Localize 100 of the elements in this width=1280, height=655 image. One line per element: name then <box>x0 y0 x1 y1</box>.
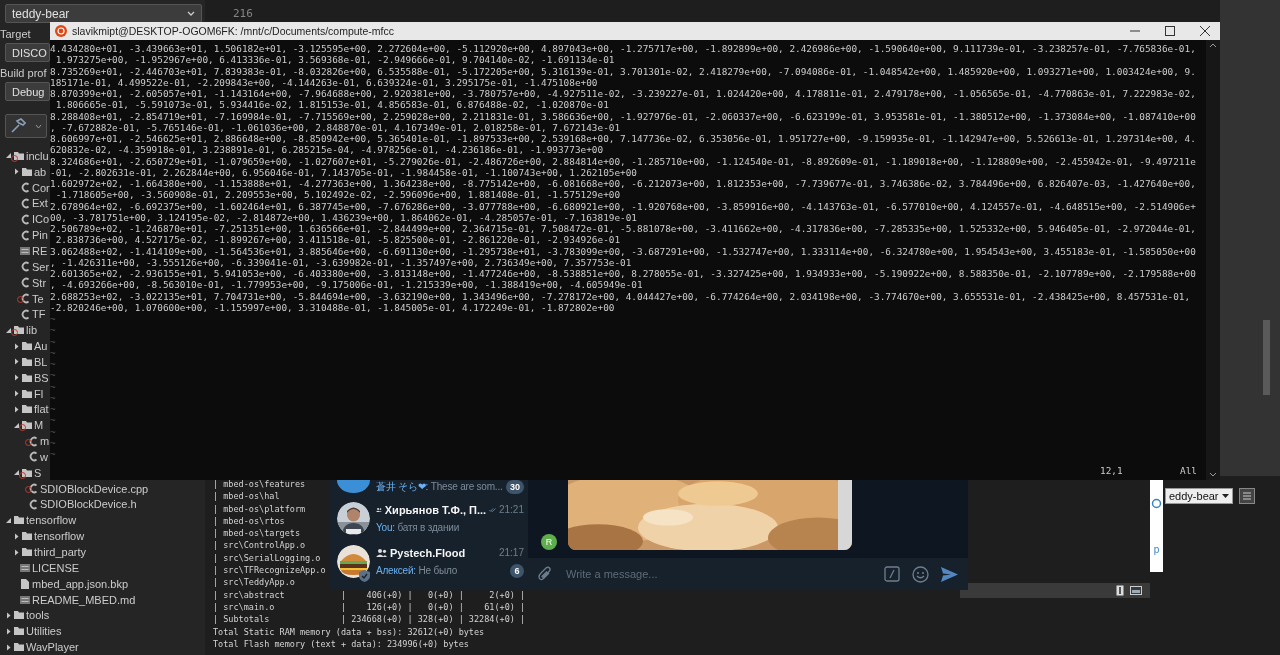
file-item[interactable]: SDIOBlockDevice.h <box>40 498 137 511</box>
caret-right-icon[interactable] <box>5 643 12 651</box>
output-line: | mbed-os\hal <box>213 490 280 503</box>
caret-right-icon[interactable] <box>13 342 20 350</box>
folder-item[interactable]: ab <box>34 165 47 178</box>
emoji-icon[interactable] <box>912 565 929 583</box>
folder-item[interactable]: BS <box>34 371 49 384</box>
file-item[interactable]: README_MBED.md <box>32 593 136 606</box>
file-item[interactable]: LICENSE <box>32 561 80 574</box>
caret-right-icon[interactable] <box>13 548 20 556</box>
build-button[interactable] <box>5 114 47 138</box>
message-field[interactable]: Write a message... <box>564 567 872 581</box>
terminal-line: 8.606997e+01, -2.546625e+01, 2.886648e+00, -8.850942e+00, 5.365401e-01, -1.897533e+00, 2.539168e+00, 7.147736e-02, 6.353056e-01, 1.951727e+00, -9.159935e-01, -1.142947e+00, 5.526613e-01, 1.297314e+00, 4. <box>50 133 1196 145</box>
scroll-up-icon[interactable] <box>1209 43 1217 48</box>
folder-item[interactable]: BL <box>34 355 48 368</box>
folder-item[interactable]: Utilities <box>26 625 62 638</box>
maximize-icon[interactable] <box>1165 26 1175 36</box>
caret-right-icon[interactable] <box>13 358 20 366</box>
terminal-line: 2.678964e+02, -6.692375e+00, -1.602464e+01, 6.387745e+00, -7.676286e+00, -3.077788e+00, -6.680921e+00, -1.920768e+00, -3.859916e+00, -4.143763e-01, -6.577010e+00, 4.124557e-01, -4.648515e+00, -2.514906e+ <box>50 200 1196 212</box>
close-icon[interactable] <box>1200 26 1210 36</box>
folder-item[interactable]: lib <box>26 324 37 337</box>
target-select[interactable]: DISCO <box>5 43 50 62</box>
avatar[interactable] <box>337 480 370 493</box>
message-composer[interactable]: Write a message... <box>528 558 968 590</box>
caret-right-icon[interactable] <box>5 627 12 635</box>
empty-line-marker: ~ <box>50 369 56 381</box>
chat-item[interactable]: Хирьянов Т.Ф., П... 21:21 You: батя в здании <box>330 497 528 540</box>
terminal-line: 1.602972e+02, -1.664380e+00, -1.153888e+01, -4.277363e+00, 1.364238e+00, -8.775142e+00, -6.081668e+00, -6.212073e+00, 1.812353e+00, -7.739677e-01, 3.746386e-02, 3.784496e+00, 6.826407e-03, -1.427640e+00, <box>50 178 1196 189</box>
c-file-icon <box>20 308 30 320</box>
output-line: | src\TeddyApp.o <box>213 576 295 589</box>
output-line: | mbed-os\features <box>213 478 306 491</box>
folder-item[interactable]: tools <box>26 609 50 622</box>
output-line: | src\TFRecognizeApp.o <box>213 564 326 577</box>
send-icon[interactable] <box>941 566 958 582</box>
caret-down-icon[interactable] <box>5 326 12 334</box>
file-item[interactable]: TF <box>32 308 46 321</box>
file-item[interactable]: Pin <box>32 229 48 242</box>
file-item[interactable]: mbed_app.json.bkp <box>32 577 128 590</box>
empty-line-marker: ~ <box>50 448 56 460</box>
caret-down-icon[interactable] <box>5 152 12 160</box>
caret-right-icon[interactable] <box>13 168 20 176</box>
folder-item[interactable]: tensorflow <box>34 530 85 543</box>
empty-line-marker: ~ <box>50 380 56 392</box>
list-button[interactable] <box>1239 488 1255 504</box>
empty-line-marker: ~ <box>50 414 56 426</box>
folder-item[interactable]: M <box>34 419 44 432</box>
cursor-position: 12,1 <box>1100 464 1124 478</box>
target-label: Target <box>0 28 31 40</box>
paperclip-icon[interactable] <box>538 566 552 582</box>
caret-right-icon[interactable] <box>13 390 20 398</box>
folder-item[interactable]: inclu <box>26 149 49 162</box>
caret-down-icon[interactable] <box>5 516 12 524</box>
message-preview: Алексей: Не было <box>376 565 459 576</box>
file-item[interactable]: w <box>40 450 48 463</box>
project-select[interactable]: teddy-bear <box>5 4 202 23</box>
chat-item[interactable]: Pystech.Flood 21:17 Алексей: Не было 6 <box>330 540 528 583</box>
document-icon <box>20 247 30 255</box>
panel-icon[interactable] <box>1116 585 1124 596</box>
output-line: Total Static RAM memory (data + bss): 32612(+0) bytes <box>213 625 485 638</box>
file-item[interactable]: Str <box>32 276 47 289</box>
slash-command-icon[interactable] <box>884 566 900 582</box>
folder-item[interactable]: S <box>34 466 42 479</box>
file-item[interactable]: Cor <box>32 181 50 194</box>
empty-line-marker: ~ <box>50 403 56 415</box>
scroll-down-icon[interactable] <box>1209 472 1217 477</box>
file-item[interactable]: m <box>40 435 50 448</box>
folder-icon <box>22 468 32 477</box>
caret-down-icon[interactable] <box>13 469 20 477</box>
project-select[interactable]: eddy-bear <box>1165 488 1233 504</box>
file-item[interactable]: Ser <box>32 260 50 273</box>
chevron-down-icon[interactable] <box>34 123 42 129</box>
caret-right-icon[interactable] <box>13 532 20 540</box>
terminal-line: 4.434280e+01, -3.439663e+01, 1.506182e+01, -3.125595e+00, 2.272604e+00, -5.112920e+00, 4.897043e+00, -1.275717e+00, -1.892899e+00, 2.426986e+00, -1.590640e+00, 9.111739e-01, -3.238257e-01, -7.765836e-01, <box>50 43 1196 55</box>
empty-line-marker: ~ <box>50 425 56 437</box>
caret-right-icon[interactable] <box>13 374 20 382</box>
terminal-line: 00, -3.781751e+00, 3.124195e-02, -2.814872e+00, 1.436239e+00, 1.864062e-01, -4.285057e-01, -7.163819e-01 <box>50 211 637 223</box>
folder-item[interactable]: flat <box>34 403 49 416</box>
caret-right-icon[interactable] <box>13 405 20 413</box>
file-item[interactable]: ICo <box>32 213 50 226</box>
scrollbar-thumb[interactable] <box>1263 320 1270 395</box>
folder-item[interactable]: third_party <box>34 546 86 558</box>
file-item[interactable]: SDIOBlockDevice.cpp <box>40 482 149 495</box>
folder-item[interactable]: WavPlayer <box>26 641 79 654</box>
chat-item[interactable]: 蒼井 そら❤: These are som... 30 <box>330 480 528 497</box>
file-item[interactable]: RE <box>32 245 48 257</box>
profile-select[interactable]: Debug <box>5 82 50 101</box>
output-line: | src\ControlApp.o <box>213 539 306 552</box>
caret-down-icon[interactable] <box>13 421 20 429</box>
empty-line-marker: ~ <box>50 335 56 347</box>
c-file-icon <box>20 213 30 225</box>
file-item[interactable]: Ext <box>32 197 48 210</box>
c-file-icon <box>20 197 30 209</box>
folder-item[interactable]: Fl <box>34 387 44 400</box>
folder-item[interactable]: Au <box>34 340 48 353</box>
file-item[interactable]: Te <box>32 292 44 305</box>
image-icon[interactable] <box>1130 586 1142 595</box>
empty-line-marker: ~ <box>50 358 56 370</box>
caret-down-icon <box>1222 494 1229 498</box>
caret-right-icon[interactable] <box>5 611 12 619</box>
folder-item[interactable]: tensorflow <box>26 514 77 527</box>
